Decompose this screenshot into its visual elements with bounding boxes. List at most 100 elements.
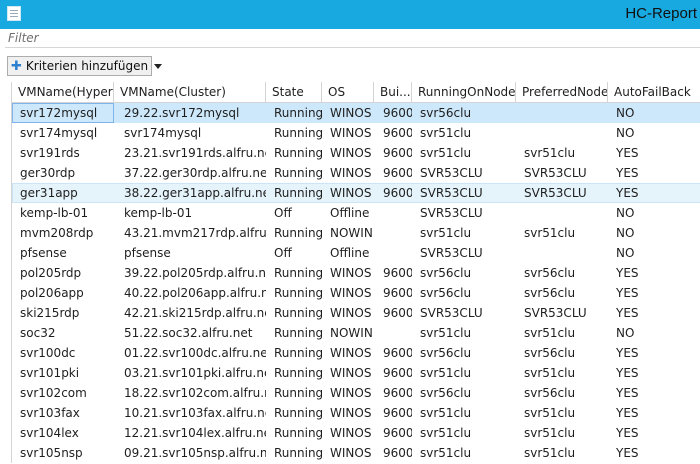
autofailback-cell: YES (616, 346, 639, 360)
running-on-node-cell: svr56clu (420, 266, 472, 280)
os-cell: WINOS (330, 446, 372, 460)
vmname-hyper-cell: kemp-lb-01 (20, 206, 89, 220)
build-cell: 9600 (383, 106, 412, 120)
state-cell: Running (274, 146, 322, 160)
vmname-cluster-cell: 23.21.svr191rds.alfru.net (124, 146, 266, 160)
table-row[interactable]: mvm208rdp 43.21.mvm217rdp.alfru.net Runnin… (12, 223, 700, 243)
autofailback-cell: YES (616, 286, 639, 300)
vmname-hyper-cell: svr103fax (20, 406, 80, 420)
preferred-node-cell: svr51clu (524, 426, 576, 440)
autofailback-cell: YES (616, 306, 639, 320)
running-on-node-cell: svr51clu (420, 426, 472, 440)
state-cell: Running (274, 286, 322, 300)
os-cell: WINOS (330, 306, 372, 320)
state-cell: Off (274, 206, 292, 220)
state-cell: Running (274, 446, 322, 460)
preferred-node-cell (516, 243, 608, 263)
filter-bar (5, 29, 700, 48)
table-row[interactable]: kemp-lb-01 kemp-lb-01 Off Offline SVR53CLU NO (12, 203, 700, 223)
build-cell: 9600 (383, 286, 412, 300)
build-cell (374, 323, 412, 343)
title-bar[interactable]: HC-Report (0, 0, 700, 29)
running-on-node-cell: svr51clu (420, 446, 472, 460)
vmname-cluster-cell: 42.21.ski215rdp.alfru.net (124, 306, 266, 320)
column-header-build[interactable]: Bui... (374, 82, 412, 102)
build-cell: 9600 (383, 146, 412, 160)
vmname-cluster-cell: 03.21.svr101pki.alfru.net (124, 366, 266, 380)
table-row[interactable]: pol205rdp 39.22.pol205rdp.alfru.net Runnin… (12, 263, 700, 283)
column-header-autofailback[interactable]: AutoFailBack (608, 82, 700, 102)
app-icon (7, 6, 21, 21)
vmname-cluster-cell: 10.21.svr103fax.alfru.net (124, 406, 266, 420)
os-cell: WINOS (330, 286, 372, 300)
vm-grid: VMName(Hyper) VMName(Cluster) State OS B… (11, 82, 700, 463)
table-row[interactable]: svr104lex 12.21.svr104lex.alfru.net Runnin… (12, 423, 700, 443)
preferred-node-cell (516, 103, 608, 123)
table-row[interactable]: svr102com 18.22.svr102com.alfru.net Runnin… (12, 383, 700, 403)
preferred-node-cell: SVR53CLU (524, 186, 587, 200)
table-row[interactable]: svr100dc 01.22.svr100dc.alfru.net Running W… (12, 343, 700, 363)
table-row[interactable]: pol206app 40.22.pol206app.alfru.net Runnin… (12, 283, 700, 303)
build-cell: 9600 (383, 406, 412, 420)
state-cell: Running (274, 346, 322, 360)
autofailback-cell: NO (616, 226, 635, 240)
build-cell (374, 243, 412, 263)
column-header-vmname-hyper[interactable]: VMName(Hyper) (12, 82, 114, 102)
vmname-hyper-cell: svr172mysql (12, 103, 114, 123)
running-on-node-cell: SVR53CLU (420, 246, 483, 260)
filter-input[interactable] (5, 29, 698, 47)
dropdown-arrow-icon[interactable] (154, 63, 163, 69)
autofailback-cell: NO (616, 326, 635, 340)
running-on-node-cell: svr51clu (420, 146, 472, 160)
add-criteria-button[interactable]: ✚ Kriterien hinzufügen (7, 56, 163, 76)
vmname-hyper-cell: ger31app (20, 186, 78, 200)
autofailback-cell: NO (616, 126, 635, 140)
vmname-hyper-cell: mvm208rdp (20, 226, 94, 240)
preferred-node-cell: svr51clu (524, 446, 576, 460)
running-on-node-cell: SVR53CLU (420, 206, 483, 220)
table-row[interactable]: svr103fax 10.21.svr103fax.alfru.net Runnin… (12, 403, 700, 423)
table-row[interactable]: soc32 51.22.soc32.alfru.net Running NOWIN sv… (12, 323, 700, 343)
column-header-running-on-node[interactable]: RunningOnNode (412, 82, 516, 102)
vmname-hyper-cell: pol206app (20, 286, 84, 300)
column-header-state[interactable]: State (266, 82, 322, 102)
table-row[interactable]: ger31app 38.22.ger31app.alfru.net Running W… (12, 183, 700, 203)
preferred-node-cell (516, 203, 608, 223)
os-cell: WINOS (330, 406, 372, 420)
build-cell: 9600 (383, 386, 412, 400)
running-on-node-cell: svr56clu (420, 286, 472, 300)
autofailback-cell: YES (616, 266, 639, 280)
state-cell: Running (274, 106, 322, 120)
column-header-os[interactable]: OS (322, 82, 374, 102)
column-header-vmname-cluster[interactable]: VMName(Cluster) (114, 82, 266, 102)
table-row[interactable]: pfsense pfsense Off Offline SVR53CLU NO (12, 243, 700, 263)
autofailback-cell: YES (616, 406, 639, 420)
autofailback-cell: NO (616, 106, 635, 120)
table-row[interactable]: svr174mysql svr174mysql Running WINOS 9600 sv… (12, 123, 700, 143)
os-cell: WINOS (330, 346, 372, 360)
table-row[interactable]: svr105nsp 09.21.svr105nsp.alfru.net Runnin… (12, 443, 700, 463)
vmname-cluster-cell: 37.22.ger30rdp.alfru.net (124, 166, 266, 180)
state-cell: Running (274, 426, 322, 440)
vmname-hyper-cell: ger30rdp (20, 166, 76, 180)
running-on-node-cell: svr56clu (420, 346, 472, 360)
vmname-cluster-cell: 39.22.pol205rdp.alfru.net (124, 266, 266, 280)
table-row[interactable]: svr101pki 03.21.svr101pki.alfru.net Runnin… (12, 363, 700, 383)
table-row[interactable]: svr172mysql 29.22.svr172mysql Running WINOS… (12, 103, 700, 123)
vmname-cluster-cell: 01.22.svr100dc.alfru.net (124, 346, 266, 360)
os-cell: WINOS (330, 186, 372, 200)
table-row[interactable]: svr191rds 23.21.svr191rds.alfru.net Runnin… (12, 143, 700, 163)
state-cell: Running (274, 166, 322, 180)
vmname-cluster-cell: 40.22.pol206app.alfru.net (124, 286, 266, 300)
build-cell: 9600 (383, 446, 412, 460)
vmname-cluster-cell: 18.22.svr102com.alfru.net (124, 386, 266, 400)
os-cell: Offline (330, 206, 370, 220)
column-header-preferred-node[interactable]: PreferredNode (516, 82, 608, 102)
vmname-hyper-cell: soc32 (20, 326, 56, 340)
running-on-node-cell: svr51clu (420, 226, 472, 240)
table-row[interactable]: ski215rdp 42.21.ski215rdp.alfru.net Runnin… (12, 303, 700, 323)
vmname-cluster-cell: pfsense (124, 246, 171, 260)
os-cell: WINOS (330, 166, 372, 180)
table-row[interactable]: ger30rdp 37.22.ger30rdp.alfru.net Running W… (12, 163, 700, 183)
autofailback-cell: NO (616, 206, 635, 220)
